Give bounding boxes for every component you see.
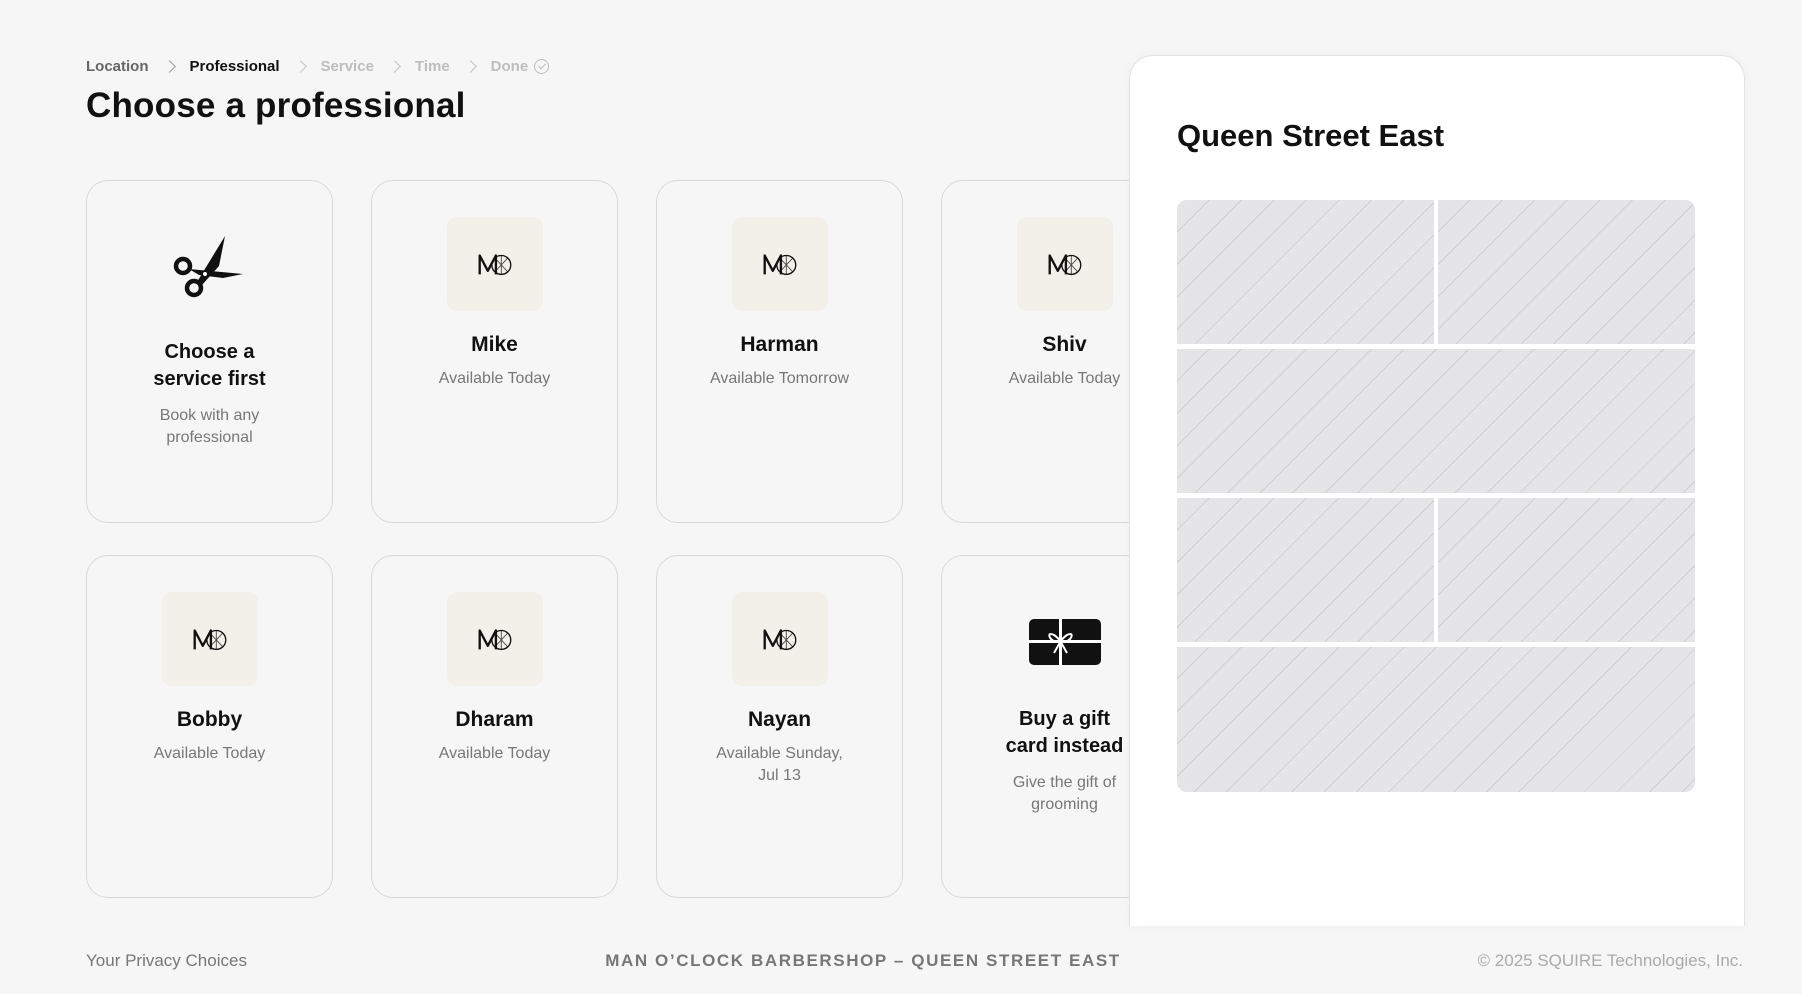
professional-card-bobby[interactable]: Bobby Available Today	[86, 555, 333, 898]
breadcrumb-done: Done	[490, 58, 529, 75]
photo-gallery	[1177, 200, 1695, 792]
gallery-photo-placeholder[interactable]	[1438, 200, 1695, 344]
professional-name: Dharam	[455, 708, 534, 731]
professional-name: Mike	[471, 333, 518, 356]
gallery-photo-placeholder[interactable]	[1177, 200, 1434, 344]
shop-name: MAN O’CLOCK BARBERSHOP – QUEEN STREET EA…	[605, 951, 1121, 970]
chevron-right-icon	[162, 60, 176, 73]
moc-logo-icon	[1047, 251, 1083, 278]
gallery-photo-placeholder[interactable]	[1177, 498, 1434, 642]
professional-card-nayan[interactable]: Nayan Available Sunday, Jul 13	[656, 555, 903, 898]
avatar	[1016, 217, 1113, 311]
professional-card-shiv[interactable]: Shiv Available Today	[941, 180, 1130, 523]
gallery-photo-placeholder[interactable]	[1177, 647, 1695, 792]
gift-card-subtitle: Give the gift of grooming	[1012, 774, 1117, 813]
moc-logo-icon	[762, 251, 798, 278]
chevron-right-icon	[293, 60, 307, 73]
avatar	[446, 592, 543, 686]
copyright: © 2025 SQUIRE Technologies, Inc.	[1477, 951, 1743, 970]
professional-grid: Choose a service first Book with any pro…	[86, 180, 1130, 900]
availability-text: Available Today	[153, 745, 266, 762]
check-circle-icon	[534, 59, 550, 74]
chevron-right-icon	[463, 60, 477, 73]
availability-text: Available Today	[1008, 370, 1121, 387]
gift-card-title: Buy a gift card instead	[1005, 708, 1124, 757]
scissors-icon	[165, 231, 255, 301]
professional-card-mike[interactable]: Mike Available Today	[371, 180, 618, 523]
professional-name: Nayan	[747, 708, 812, 731]
moc-logo-icon	[477, 251, 513, 278]
professional-card-dharam[interactable]: Dharam Available Today	[371, 555, 618, 898]
avatar	[731, 592, 828, 686]
service-first-title: Choose a service first	[153, 341, 266, 390]
avatar	[161, 592, 258, 686]
breadcrumb: Location Professional Service Time Done	[86, 58, 550, 75]
gallery-photo-placeholder[interactable]	[1438, 498, 1695, 642]
breadcrumb-professional: Professional	[189, 58, 280, 75]
location-title: Queen Street East	[1177, 118, 1445, 153]
professional-name: Harman	[740, 333, 819, 356]
gift-card-icon	[1020, 618, 1110, 666]
professional-name: Shiv	[1042, 333, 1087, 356]
page-title: Choose a professional	[86, 86, 466, 125]
breadcrumb-location[interactable]: Location	[86, 58, 149, 75]
gift-card-card[interactable]: Buy a gift card instead Give the gift of…	[941, 555, 1130, 898]
breadcrumb-service: Service	[320, 58, 374, 75]
availability-text: Available Sunday, Jul 13	[716, 745, 843, 784]
moc-logo-icon	[477, 626, 513, 653]
service-first-subtitle: Book with any professional	[159, 407, 260, 446]
chevron-right-icon	[388, 60, 401, 73]
professional-name: Bobby	[176, 708, 243, 731]
moc-logo-icon	[192, 626, 228, 653]
service-first-card[interactable]: Choose a service first Book with any pro…	[86, 180, 333, 523]
availability-text: Available Today	[438, 745, 551, 762]
location-panel: Queen Street East	[1129, 55, 1745, 926]
avatar	[446, 217, 543, 311]
availability-text: Available Today	[438, 370, 551, 387]
availability-text: Available Tomorrow	[709, 370, 850, 387]
gallery-photo-placeholder[interactable]	[1177, 349, 1695, 493]
moc-logo-icon	[762, 626, 798, 653]
professional-card-harman[interactable]: Harman Available Tomorrow	[656, 180, 903, 523]
avatar	[731, 217, 828, 311]
breadcrumb-time: Time	[414, 58, 450, 75]
